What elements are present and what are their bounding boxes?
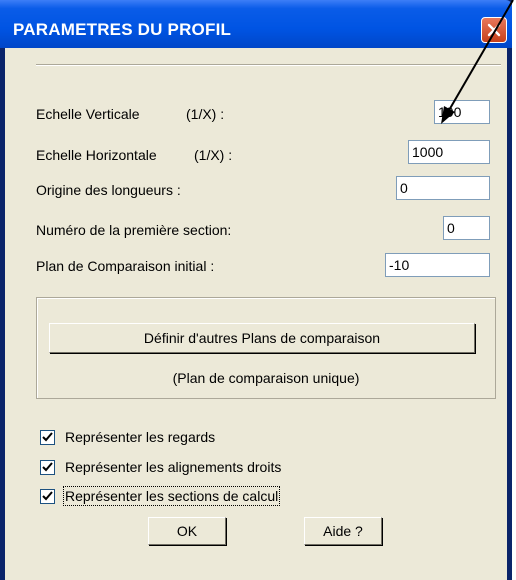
comparison-plane-input[interactable]: -10 bbox=[385, 253, 490, 277]
horizontal-scale-label: Echelle Horizontale bbox=[36, 147, 157, 163]
show-manholes-label: Représenter les regards bbox=[65, 429, 216, 445]
window-title: PARAMETRES DU PROFIL bbox=[13, 20, 232, 39]
show-sections-checkbox[interactable] bbox=[40, 489, 55, 504]
vertical-scale-input[interactable]: 100 bbox=[434, 100, 490, 124]
horizontal-scale-input[interactable]: 1000 bbox=[408, 140, 490, 164]
comparison-status-text: (Plan de comparaison unique) bbox=[172, 370, 360, 386]
comparison-plane-group: Définir d'autres Plans de comparaison (P… bbox=[36, 297, 496, 399]
show-sections-label: Représenter les sections de calcul bbox=[62, 486, 281, 506]
first-section-label: Numéro de la première section: bbox=[36, 222, 232, 238]
check-icon bbox=[42, 432, 53, 442]
vertical-scale-label: Echelle Verticale bbox=[36, 106, 140, 122]
close-icon bbox=[487, 23, 501, 37]
length-origin-input[interactable]: 0 bbox=[396, 176, 490, 200]
show-alignments-checkbox[interactable] bbox=[40, 460, 55, 475]
dialog-bottom-edge bbox=[5, 570, 507, 580]
dialog-body: Echelle Verticale (1/X) : 100 Echelle Ho… bbox=[5, 48, 507, 580]
help-button[interactable]: Aide ? bbox=[304, 517, 382, 545]
comparison-plane-label: Plan de Comparaison initial : bbox=[36, 258, 215, 274]
close-button[interactable] bbox=[481, 17, 507, 43]
vertical-scale-unit: (1/X) : bbox=[186, 106, 225, 122]
horizontal-scale-unit: (1/X) : bbox=[194, 147, 233, 163]
ok-button[interactable]: OK bbox=[148, 517, 226, 545]
first-section-input[interactable]: 0 bbox=[443, 216, 490, 240]
title-bar[interactable]: PARAMETRES DU PROFIL bbox=[0, 0, 512, 48]
length-origin-label: Origine des longueurs : bbox=[36, 182, 181, 198]
check-icon bbox=[42, 491, 53, 501]
dialog-window: PARAMETRES DU PROFIL Echelle Verticale (… bbox=[0, 0, 512, 580]
define-planes-button[interactable]: Définir d'autres Plans de comparaison bbox=[49, 323, 475, 353]
separator bbox=[36, 64, 501, 66]
check-icon bbox=[42, 462, 53, 472]
show-manholes-checkbox[interactable] bbox=[40, 430, 55, 445]
show-alignments-label: Représenter les alignements droits bbox=[65, 459, 282, 475]
